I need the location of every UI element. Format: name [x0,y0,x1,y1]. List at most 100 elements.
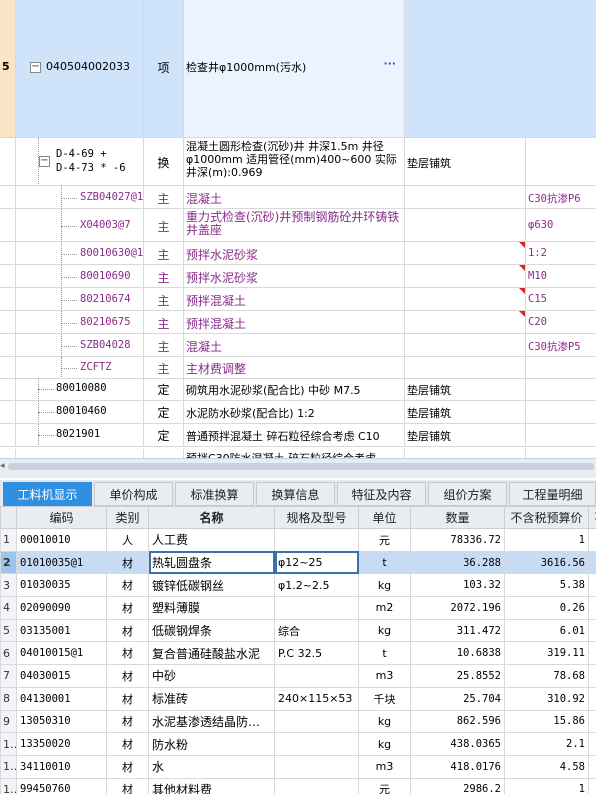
row-number[interactable]: 2 [0,550,17,575]
row-number[interactable]: 11 [0,754,17,779]
cell-unit[interactable]: kg [358,618,411,643]
cell-code[interactable]: 02090090 [16,596,107,620]
definition-name-cell[interactable]: 水泥防水砂浆(配合比) 1:2 [184,401,405,423]
collapse-icon[interactable]: − [39,156,50,167]
item-row-5[interactable]: 5 − 040504002033 项 检查井φ1000mm(污水) ··· [0,0,596,138]
definition-row[interactable]: 80010080 定 砌筑用水泥砂浆(配合比) 中砂 M7.5 垫层铺筑 [0,378,596,401]
cell-price[interactable]: 310.92 [504,686,589,711]
definition-row[interactable]: 8021901 定 普通预拌混凝土 碎石粒径综合考虑 C10 垫层铺筑 [0,424,596,447]
material-name-cell[interactable]: 预拌水泥砂浆 [184,242,405,264]
cell-price[interactable]: 1 [504,777,589,794]
item-name-cell[interactable]: 检查井φ1000mm(污水) ··· [184,0,405,137]
material-name-cell[interactable]: 混凝土 [184,186,405,208]
table-row[interactable]: 2 01010035@1 材热轧圆盘条 φ12~25 t 36.288 3616.56 [0,550,596,575]
cell-quantity[interactable]: 438.0365 [410,732,505,756]
cell-unit[interactable]: kg [358,573,411,598]
row-number[interactable]: 12 [0,777,17,794]
cell-category[interactable]: 材 [106,641,149,666]
material-name-cell[interactable]: 主材费调整 [184,357,405,378]
material-name-cell[interactable]: 重力式检查(沉砂)井预制钢筋砼井环铸铁井盖座 [184,209,405,241]
definition-row[interactable]: 80010460 定 水泥防水砂浆(配合比) 1:2 垫层铺筑 [0,401,596,424]
cell-name[interactable]: 中砂 [148,664,275,688]
cell-code[interactable]: 04130001 [16,686,107,711]
header-code[interactable]: 编码 [16,506,107,529]
table-row[interactable]: 7 04030015 材中砂 m3 25.8552 78.68 [0,664,596,688]
material-row[interactable]: 80010630@1 主 预拌水泥砂浆 1:2 [0,242,596,265]
material-row[interactable]: SZB04028 主 混凝土 C30抗渗P5 [0,334,596,357]
cell-unit[interactable]: 千块 [358,686,411,711]
table-row[interactable]: 3 01030035 材镀锌低碳钢丝 φ1.2~2.5 kg 103.32 5.38 [0,573,596,598]
cell-spec[interactable] [274,664,359,688]
cell-code[interactable]: 03135001 [16,618,107,643]
cell-cut[interactable] [588,618,596,643]
tab-2[interactable]: 标准换算 [175,482,254,506]
table-row[interactable]: 6 04010015@1 材复合普通硅酸盐水泥 P.C 32.5 t 10.6838 319… [0,641,596,666]
material-row[interactable]: X04003@7 主 重力式检查(沉砂)井预制钢筋砼井环铸铁井盖座 φ630 [0,209,596,242]
cell-price[interactable]: 2.1 [504,732,589,756]
replace-name-cell[interactable]: 混凝土圆形检查(沉砂)井 井深1.5m 井径φ1000mm 适用管径(mm)40… [184,138,405,185]
cell-cut[interactable] [588,664,596,688]
cell-quantity[interactable]: 25.8552 [410,664,505,688]
cell-cut[interactable] [588,777,596,794]
header-name[interactable]: 名称 [148,506,275,529]
cell-name[interactable]: 其他材料费 [148,777,275,794]
cell-quantity[interactable]: 862.596 [410,709,505,734]
cell-code[interactable]: 01030035 [16,573,107,598]
tab-4[interactable]: 特征及内容 [337,482,426,506]
table-row[interactable]: 8 04130001 材标准砖 240×115×53 千块 25.704 310.92 [0,686,596,711]
row-number[interactable]: 3 [0,573,17,598]
cell-cut[interactable] [588,641,596,666]
cell-category[interactable]: 人 [106,528,149,552]
material-row[interactable]: 80210675 主 预拌混凝土 C20 [0,311,596,334]
cell-price[interactable]: 3616.56 [504,550,589,575]
cell-unit[interactable]: t [358,641,411,666]
row-number[interactable]: 1 [0,528,17,552]
material-row[interactable]: SZB04027@10 主 混凝土 C30抗渗P6 [0,186,596,209]
row-number[interactable]: 6 [0,641,17,666]
cell-code[interactable]: 01010035@1 [16,550,107,575]
cell-unit[interactable]: t [358,550,411,575]
cell-name[interactable]: 热轧圆盘条 [148,550,275,575]
pane-splitter[interactable]: ◂ [0,458,596,478]
cell-name[interactable]: 低碳钢焊条 [148,618,275,643]
more-button[interactable]: ··· [383,57,396,70]
header-spec[interactable]: 规格及型号 [274,506,359,529]
material-name-cell[interactable]: 预拌混凝土 [184,288,405,310]
cell-price[interactable]: 5.38 [504,573,589,598]
cell-category[interactable]: 材 [106,777,149,794]
cell-cut[interactable] [588,573,596,598]
cell-price[interactable]: 0.26 [504,596,589,620]
cell-price[interactable]: 78.68 [504,664,589,688]
cell-category[interactable]: 材 [106,664,149,688]
cell-unit[interactable]: m3 [358,754,411,779]
cell-category[interactable]: 材 [106,732,149,756]
replace-row[interactable]: − D-4-69 + D-4-73 * -6 换 混凝土圆形检查(沉砂)井 井深… [0,138,596,186]
cell-quantity[interactable]: 2072.196 [410,596,505,620]
cell-cut[interactable] [588,596,596,620]
cell-price[interactable]: 15.86 [504,709,589,734]
cell-name[interactable]: 水 [148,754,275,779]
row-number[interactable]: 4 [0,596,17,620]
cell-unit[interactable]: kg [358,709,411,734]
header-unit[interactable]: 单位 [358,506,411,529]
material-row[interactable]: 80210674 主 预拌混凝土 C15 [0,288,596,311]
cell-price[interactable]: 1 [504,528,589,552]
cell-code[interactable]: 13050310 [16,709,107,734]
cell-cut[interactable] [588,686,596,711]
scroll-left-icon[interactable]: ◂ [0,461,5,471]
cell-name[interactable]: 水泥基渗透结晶防水… [148,709,275,734]
cell-spec[interactable] [274,754,359,779]
tab-1[interactable]: 单价构成 [94,482,173,506]
cell-unit[interactable]: 元 [358,777,411,794]
cell-quantity[interactable]: 103.32 [410,573,505,598]
header-price[interactable]: 不含税预算价 [504,506,589,529]
cell-spec[interactable]: 240×115×53 [274,686,359,711]
cell-spec[interactable] [274,709,359,734]
table-row[interactable]: 10 13350020 材防水粉 kg 438.0365 2.1 [0,732,596,756]
cell-category[interactable]: 材 [106,596,149,620]
cell-name[interactable]: 防水粉 [148,732,275,756]
cell-cut[interactable] [588,732,596,756]
cell-spec[interactable]: P.C 32.5 [274,641,359,666]
cell-code[interactable]: 34110010 [16,754,107,779]
cell-quantity[interactable]: 25.704 [410,686,505,711]
